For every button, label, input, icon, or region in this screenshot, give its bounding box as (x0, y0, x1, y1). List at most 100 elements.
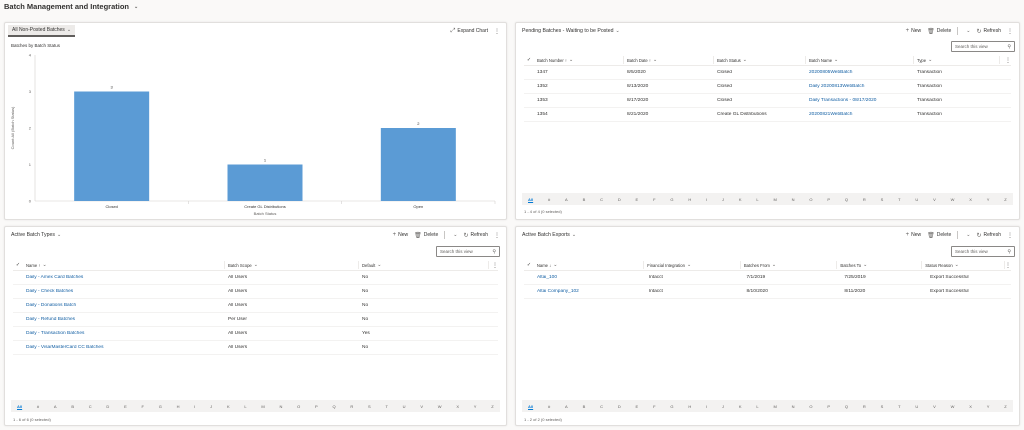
alphabet-filter-item[interactable]: Q (332, 404, 335, 409)
more-options-icon[interactable]: ⋮ (492, 262, 498, 269)
alphabet-filter-item[interactable]: A (54, 404, 57, 409)
search-input[interactable]: Search this view ⚲ (951, 246, 1015, 257)
column-header[interactable]: Type ⌄ (914, 56, 1000, 64)
alphabet-filter-item[interactable]: Y (987, 404, 990, 409)
alphabet-filter-item[interactable]: H (688, 197, 691, 202)
column-header[interactable]: Batch Scope ⌄ (225, 261, 359, 269)
record-link[interactable]: Daily Transactions - 08/17/2020 (806, 98, 914, 103)
more-options-icon[interactable]: ⋮ (1007, 232, 1013, 239)
alphabet-filter-item[interactable]: X (969, 404, 972, 409)
alphabet-filter-item[interactable]: D (618, 197, 621, 202)
alphabet-filter-item[interactable]: Y (474, 404, 477, 409)
alphabet-filter-item[interactable]: # (548, 197, 550, 202)
chevron-down-icon[interactable]: ⌄ (569, 57, 573, 63)
alphabet-filter-item[interactable]: P (827, 197, 830, 202)
column-header[interactable]: Status Reason ⌄ (922, 261, 1005, 269)
record-link[interactable]: Daily - Visa/MasterCard CC Batches (23, 345, 225, 350)
alphabet-filter-item[interactable]: N (279, 404, 282, 409)
alphabet-filter-item[interactable]: All (528, 197, 533, 202)
chart-bar[interactable] (227, 164, 303, 202)
record-link[interactable]: 20200805WebBatch (806, 70, 914, 75)
chevron-down-icon[interactable]: ⌄ (687, 262, 691, 268)
alphabet-filter-item[interactable]: F (142, 404, 144, 409)
delete-button[interactable]: 🗑 Delete (414, 232, 438, 239)
alphabet-filter-item[interactable]: V (933, 197, 936, 202)
chevron-down-icon[interactable]: ⌄ (834, 57, 838, 63)
chevron-down-icon[interactable]: ⌄ (616, 28, 620, 34)
alphabet-filter-item[interactable]: C (600, 404, 603, 409)
alphabet-filter-item[interactable]: I (706, 197, 707, 202)
table-row[interactable]: Altai_100 Intacct 7/1/2019 7/25/2019 Export … (524, 271, 1011, 285)
alphabet-filter-item[interactable]: G (670, 404, 673, 409)
alphabet-filter-item[interactable]: L (756, 197, 758, 202)
alphabet-filter-item[interactable]: J (722, 197, 724, 202)
chart-bar[interactable] (380, 128, 456, 201)
alphabet-filter-item[interactable]: T (898, 197, 900, 202)
chevron-down-icon[interactable]: ⌄ (572, 232, 576, 238)
alphabet-filter-item[interactable]: H (688, 404, 691, 409)
table-row[interactable]: Daily - Donations Batch All Users No (13, 299, 498, 313)
chevron-down-icon[interactable]: ⌄ (553, 262, 557, 268)
alphabet-filter-item[interactable]: H (177, 404, 180, 409)
alphabet-filter-item[interactable]: Q (845, 404, 848, 409)
chevron-down-icon[interactable]: ⌄ (966, 28, 970, 34)
alphabet-filter-item[interactable]: Q (845, 197, 848, 202)
alphabet-filter-item[interactable]: G (670, 197, 673, 202)
table-row[interactable]: Altai Company_102 Intacct 8/10/2020 8/11/20… (524, 285, 1011, 299)
record-link[interactable]: Daily - Refund Batches (23, 317, 225, 322)
select-all-checkbox[interactable]: ✓ (13, 262, 23, 268)
alphabet-filter-item[interactable]: B (583, 404, 586, 409)
chevron-down-icon[interactable]: ⌄ (653, 57, 657, 63)
record-link[interactable]: 20200821WebBatch (806, 112, 914, 117)
chevron-down-icon[interactable]: ⌄ (254, 262, 258, 268)
alphabet-filter-item[interactable]: U (915, 197, 918, 202)
expand-chart-button[interactable]: ⤢ Expand Chart (451, 28, 488, 35)
alphabet-filter-item[interactable]: O (297, 404, 300, 409)
record-link[interactable]: Daily - Transaction Batches (23, 331, 225, 336)
chevron-down-icon[interactable]: ⌄ (57, 232, 61, 238)
alphabet-filter-item[interactable]: D (618, 404, 621, 409)
new-button[interactable]: + New (393, 232, 409, 238)
select-all-checkbox[interactable]: ✓ (524, 57, 534, 63)
more-options-icon[interactable]: ⋮ (494, 232, 500, 239)
delete-button[interactable]: 🗑 Delete (927, 28, 951, 35)
table-row[interactable]: Daily - Transaction Batches All Users Yes (13, 327, 498, 341)
alphabet-filter-item[interactable]: R (863, 404, 866, 409)
column-header[interactable]: Batch Name ⌄ (806, 56, 914, 64)
column-header[interactable]: Batch Date ↑ ⌄ (624, 56, 714, 64)
alphabet-filter-item[interactable]: N (792, 197, 795, 202)
table-row[interactable]: 1354 8/21/2020 Create GL Distributions 2020… (524, 108, 1011, 122)
alphabet-filter-item[interactable]: L (756, 404, 758, 409)
alphabet-filter-item[interactable]: M (773, 197, 776, 202)
chevron-down-icon[interactable]: ⌄ (743, 57, 747, 63)
table-row[interactable]: Daily - Refund Batches Per User No (13, 313, 498, 327)
alphabet-filter-item[interactable]: F (653, 404, 655, 409)
search-input[interactable]: Search this view ⚲ (951, 41, 1015, 52)
alphabet-filter-item[interactable]: W (951, 197, 955, 202)
record-link[interactable]: Daily - Check Batches (23, 289, 225, 294)
record-link[interactable]: Altai_100 (534, 275, 646, 280)
alphabet-filter-item[interactable]: X (969, 197, 972, 202)
chevron-down-icon[interactable]: ⌄ (453, 232, 457, 238)
column-header[interactable]: Default ⌄ (359, 261, 489, 269)
alphabet-filter-item[interactable]: All (528, 404, 533, 409)
alphabet-filter-item[interactable]: Z (491, 404, 493, 409)
column-header[interactable]: Name ↑ ⌄ (23, 261, 225, 269)
more-options-icon[interactable]: ⋮ (494, 28, 500, 35)
alphabet-filter-item[interactable]: R (863, 197, 866, 202)
alphabet-filter-item[interactable]: B (71, 404, 74, 409)
alphabet-filter-item[interactable]: L (244, 404, 246, 409)
alphabet-filter-item[interactable]: I (706, 404, 707, 409)
alphabet-filter-item[interactable]: All (17, 404, 22, 409)
alphabet-filter-item[interactable]: B (583, 197, 586, 202)
alphabet-filter-item[interactable]: P (315, 404, 318, 409)
search-icon[interactable]: ⚲ (492, 249, 496, 255)
alphabet-filter-item[interactable]: M (261, 404, 264, 409)
column-header[interactable]: Financial Integration ⌄ (644, 261, 741, 269)
alphabet-filter-item[interactable]: N (792, 404, 795, 409)
record-link[interactable]: Altai Company_102 (534, 289, 646, 294)
alphabet-filter-item[interactable]: E (124, 404, 127, 409)
alphabet-filter-item[interactable]: X (456, 404, 459, 409)
alphabet-filter-item[interactable]: T (898, 404, 900, 409)
alphabet-filter-item[interactable]: I (194, 404, 195, 409)
